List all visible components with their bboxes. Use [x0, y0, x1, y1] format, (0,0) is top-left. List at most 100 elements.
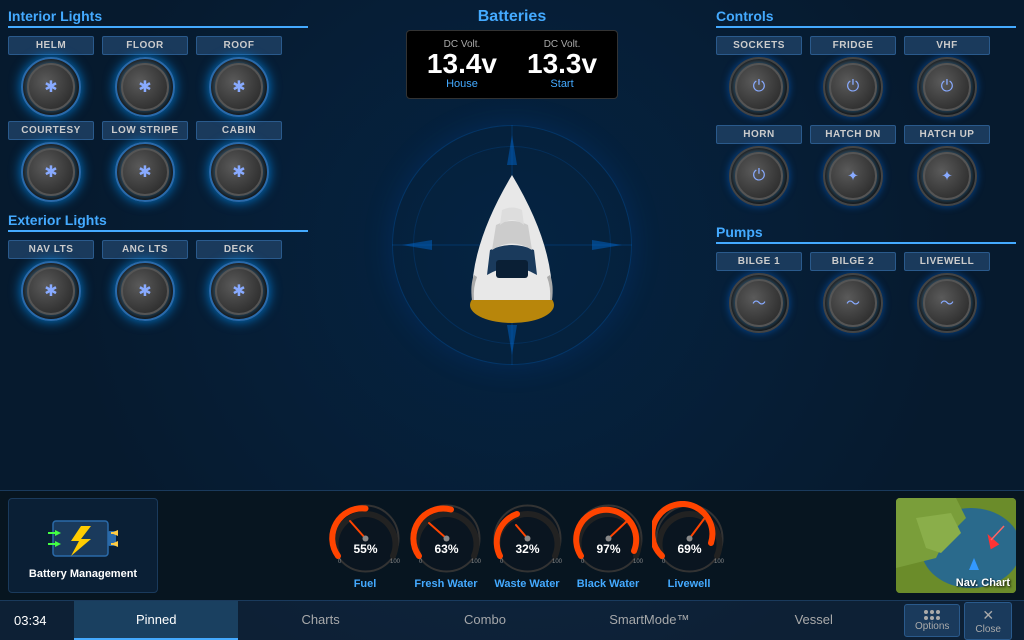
- battery-management-label: Battery Management: [29, 568, 137, 580]
- bilge2-knob[interactable]: [823, 273, 883, 333]
- deck-knob[interactable]: [209, 261, 269, 321]
- roof-light-item: ROOF: [196, 36, 282, 117]
- tab-combo[interactable]: Combo: [403, 601, 567, 640]
- horn-item: HORN: [716, 125, 802, 206]
- options-button[interactable]: Options: [904, 604, 960, 637]
- livewell-item: LIVEWELL: [904, 252, 990, 333]
- sockets-item: SOCKETS: [716, 36, 802, 117]
- nav-chart-label: Nav. Chart: [956, 577, 1010, 589]
- tab-pinned[interactable]: Pinned: [74, 601, 238, 640]
- right-panel: Controls SOCKETS FRIDGE VHF: [716, 8, 1016, 490]
- batteries-section: Batteries DC Volt. 13.4v House DC Volt. …: [406, 8, 618, 99]
- hatchup-knob[interactable]: [917, 146, 977, 206]
- freshwater-gauge: 0 100 63% Fresh Water: [409, 501, 484, 590]
- svg-text:100: 100: [471, 559, 482, 565]
- start-battery: DC Volt. 13.3v Start: [527, 39, 597, 90]
- close-icon: ✕: [982, 607, 994, 624]
- svg-text:100: 100: [552, 559, 563, 565]
- vhf-knob[interactable]: [917, 57, 977, 117]
- tab-vessel[interactable]: Vessel: [732, 601, 896, 640]
- fuel-gauge-circle: 0 100 55%: [328, 501, 403, 576]
- house-label: House: [427, 78, 497, 90]
- close-button[interactable]: ✕ Close: [964, 602, 1012, 640]
- helm-knob[interactable]: [21, 57, 81, 117]
- bilge1-button[interactable]: BILGE 1: [716, 252, 802, 271]
- freshwater-label: Fresh Water: [414, 578, 477, 590]
- horn-button[interactable]: HORN: [716, 125, 802, 144]
- wastewater-gauge-svg: 0 100 32%: [490, 501, 565, 576]
- lowstripe-knob[interactable]: [115, 142, 175, 202]
- livewell-button[interactable]: LIVEWELL: [904, 252, 990, 271]
- hatchup-button[interactable]: HATCH UP: [904, 125, 990, 144]
- nav-chart-tile[interactable]: Nav. Chart: [896, 498, 1016, 593]
- wastewater-label: Waste Water: [494, 578, 559, 590]
- cabin-button[interactable]: CABIN: [196, 121, 282, 140]
- deck-light-item: DECK: [196, 240, 282, 321]
- taskbar-time: 03:34: [4, 613, 74, 628]
- lowstripe-button[interactable]: LOW STRIPE: [102, 121, 188, 140]
- bilge1-item: BILGE 1: [716, 252, 802, 333]
- bilge1-knob[interactable]: [729, 273, 789, 333]
- blackwater-gauge-circle: 0 100 97%: [571, 501, 646, 576]
- svg-text:100: 100: [390, 559, 401, 565]
- controls-row-2: HORN HATCH DN HATCH UP: [716, 125, 1016, 206]
- hatchup-item: HATCH UP: [904, 125, 990, 206]
- navlts-light-item: NAV LTS: [8, 240, 94, 321]
- tab-smartmode[interactable]: SmartMode™: [567, 601, 731, 640]
- fridge-button[interactable]: FRIDGE: [810, 36, 896, 55]
- navlts-knob[interactable]: [21, 261, 81, 321]
- anclts-button[interactable]: ANC LTS: [102, 240, 188, 259]
- fuel-gauge: 0 100 55% Fuel: [328, 501, 403, 590]
- courtesy-light-item: COURTESY: [8, 121, 94, 202]
- livewell-gauge-circle: 0 100 69%: [652, 501, 727, 576]
- taskbar-options: Options ✕ Close: [896, 602, 1020, 640]
- blackwater-gauge-svg: 0 100 97%: [571, 501, 646, 576]
- lowstripe-light-item: LOW STRIPE: [102, 121, 188, 202]
- anclts-light-item: ANC LTS: [102, 240, 188, 321]
- courtesy-knob[interactable]: [21, 142, 81, 202]
- blackwater-gauge: 0 100 97% Black Water: [571, 501, 646, 590]
- center-panel: Batteries DC Volt. 13.4v House DC Volt. …: [314, 8, 710, 490]
- vhf-button[interactable]: VHF: [904, 36, 990, 55]
- svg-text:100: 100: [714, 559, 725, 565]
- livewell-gauge-label: Livewell: [668, 578, 711, 590]
- livewell-knob[interactable]: [917, 273, 977, 333]
- livewell-gauge-svg: 0 100 69%: [652, 501, 727, 576]
- floor-button[interactable]: FLOOR: [102, 36, 188, 55]
- battery-management-tile[interactable]: Battery Management: [8, 498, 158, 593]
- fuel-gauge-svg: 0 100 55%: [328, 501, 403, 576]
- navlts-button[interactable]: NAV LTS: [8, 240, 94, 259]
- horn-knob[interactable]: [729, 146, 789, 206]
- interior-lights-row-1: HELM FLOOR ROOF: [8, 36, 308, 117]
- courtesy-button[interactable]: COURTESY: [8, 121, 94, 140]
- vhf-item: VHF: [904, 36, 990, 117]
- deck-button[interactable]: DECK: [196, 240, 282, 259]
- bilge2-item: BILGE 2: [810, 252, 896, 333]
- tab-charts[interactable]: Charts: [238, 601, 402, 640]
- close-label: Close: [975, 624, 1001, 635]
- cabin-knob[interactable]: [209, 142, 269, 202]
- house-battery: DC Volt. 13.4v House: [427, 39, 497, 90]
- svg-text:97%: 97%: [596, 542, 620, 556]
- roof-knob[interactable]: [209, 57, 269, 117]
- freshwater-gauge-svg: 0 100 63%: [409, 501, 484, 576]
- helm-button[interactable]: HELM: [8, 36, 94, 55]
- svg-text:32%: 32%: [515, 542, 539, 556]
- options-label: Options: [915, 621, 949, 632]
- fridge-knob[interactable]: [823, 57, 883, 117]
- anclts-knob[interactable]: [115, 261, 175, 321]
- pumps-title: Pumps: [716, 224, 1016, 244]
- left-panel: Interior Lights HELM FLOOR ROOF: [8, 8, 308, 490]
- freshwater-gauge-circle: 0 100 63%: [409, 501, 484, 576]
- options-dots-icon: [922, 609, 942, 621]
- hatchdn-knob[interactable]: [823, 146, 883, 206]
- sockets-button[interactable]: SOCKETS: [716, 36, 802, 55]
- sockets-knob[interactable]: [729, 57, 789, 117]
- svg-text:55%: 55%: [353, 542, 377, 556]
- floor-knob[interactable]: [115, 57, 175, 117]
- helm-light-item: HELM: [8, 36, 94, 117]
- bottom-strip: Battery Management 0 100: [0, 490, 1024, 600]
- bilge2-button[interactable]: BILGE 2: [810, 252, 896, 271]
- roof-button[interactable]: ROOF: [196, 36, 282, 55]
- hatchdn-button[interactable]: HATCH DN: [810, 125, 896, 144]
